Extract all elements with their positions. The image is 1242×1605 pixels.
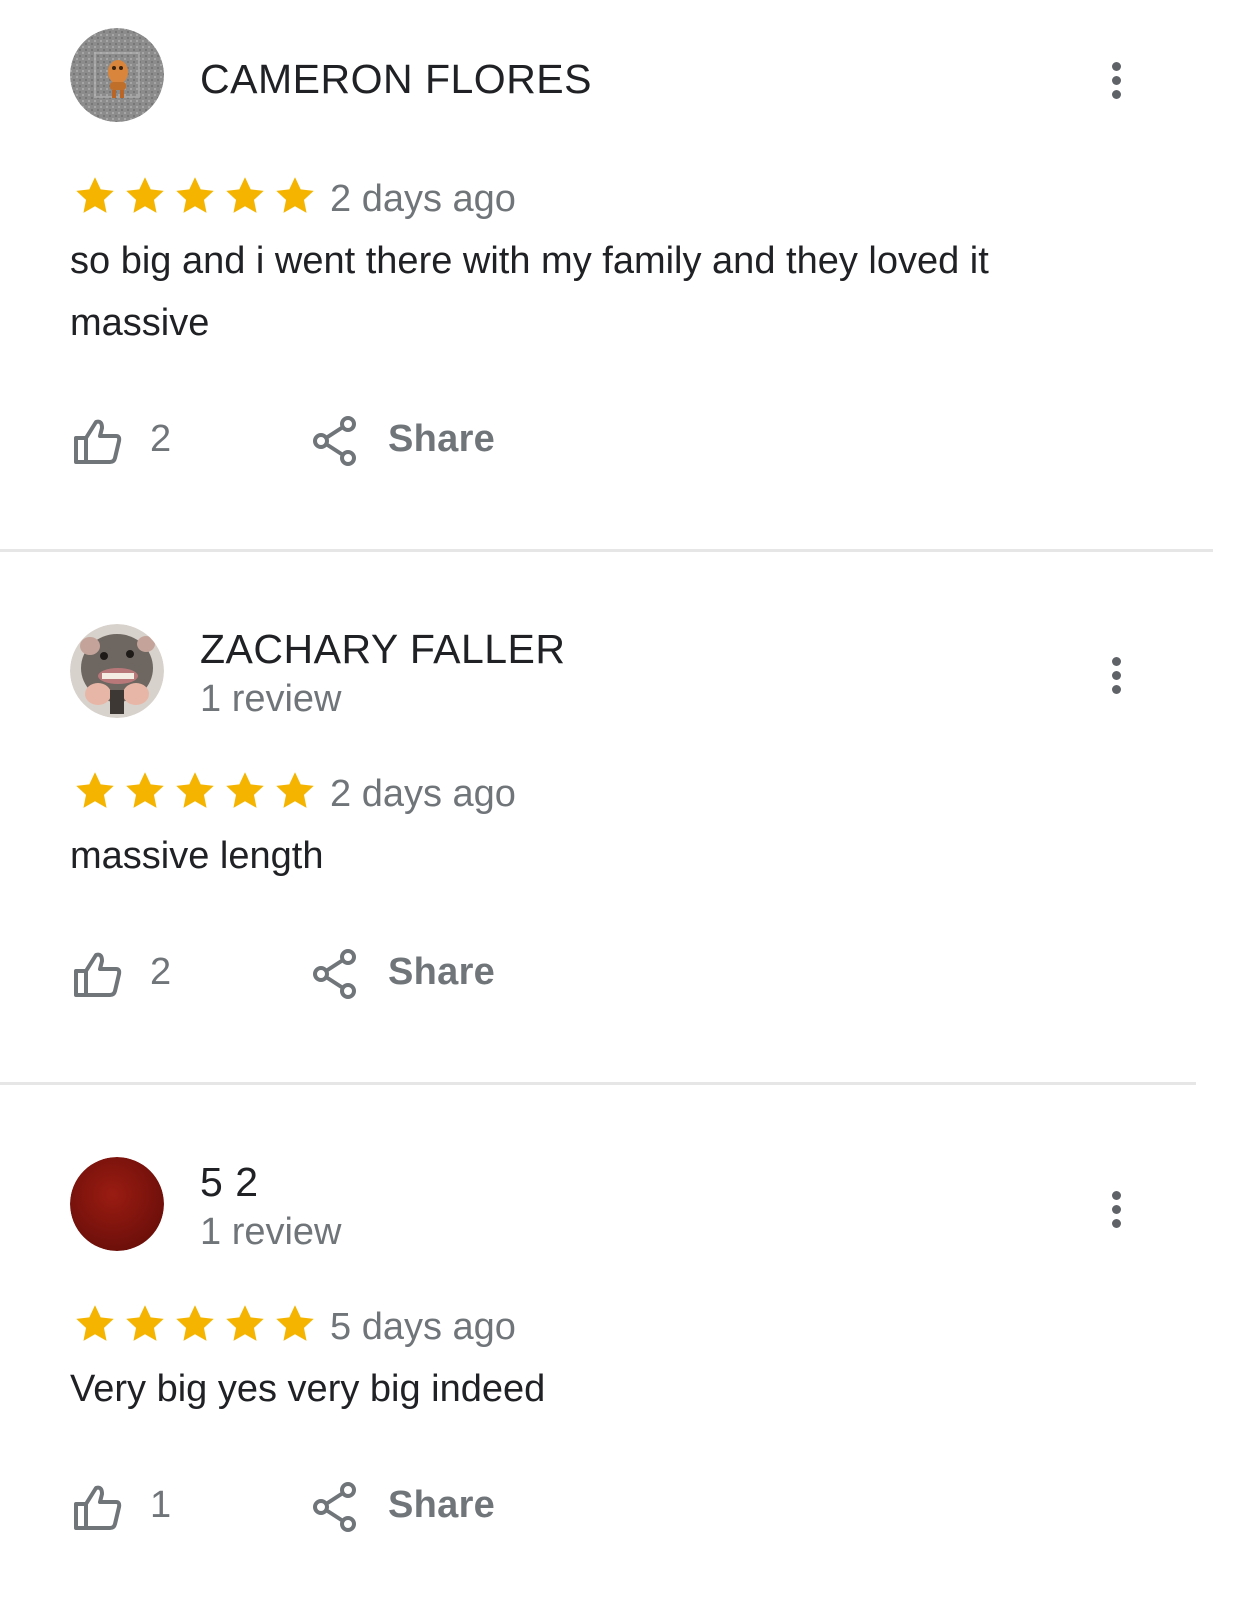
- star-rating: [73, 769, 323, 813]
- more-vert-icon-dot: [1112, 671, 1121, 680]
- share-icon: [313, 1482, 356, 1532]
- like-button[interactable]: 1: [70, 1480, 210, 1536]
- star-icon: [126, 1305, 164, 1341]
- avatar-image: [70, 1157, 164, 1251]
- star-icon: [176, 1305, 214, 1341]
- more-options-button[interactable]: [1100, 58, 1134, 104]
- review-time: 2 days ago: [330, 178, 516, 220]
- star-icon: [76, 177, 114, 213]
- more-vert-icon: [1112, 1191, 1121, 1200]
- more-vert-icon: [1112, 62, 1121, 71]
- more-options-button[interactable]: [1100, 1187, 1134, 1233]
- star-icon: [226, 772, 264, 808]
- reviewer-avatar[interactable]: [70, 28, 164, 122]
- more-vert-icon-dot: [1112, 1219, 1121, 1228]
- more-options-button[interactable]: [1100, 653, 1134, 699]
- like-count: 2: [150, 418, 172, 460]
- reviewer-name[interactable]: CAMERON FLORES: [200, 56, 592, 103]
- share-label: Share: [388, 1484, 496, 1526]
- reviewer-avatar[interactable]: [70, 624, 164, 718]
- like-button[interactable]: 2: [70, 947, 210, 1003]
- share-button[interactable]: Share: [310, 414, 510, 470]
- star-icon: [276, 177, 314, 213]
- share-icon: [313, 416, 356, 466]
- share-label: Share: [388, 418, 496, 460]
- star-icon: [226, 1305, 264, 1341]
- avatar-image: [70, 624, 164, 718]
- reviewer-name[interactable]: ZACHARY FALLER: [200, 626, 566, 673]
- star-icon: [176, 772, 214, 808]
- review-card-3: 5 2 1 review 5 days ago Very big yes ver…: [0, 1085, 1242, 1605]
- like-button[interactable]: 2: [70, 414, 210, 470]
- review-text: Very big yes very big indeed: [70, 1368, 546, 1410]
- review-card-2: ZACHARY FALLER 1 review 2 days ago massi…: [0, 552, 1242, 1082]
- star-icon: [126, 772, 164, 808]
- star-icon: [76, 1305, 114, 1341]
- review-text: so big and i went there with my family a…: [70, 240, 989, 344]
- star-icon: [226, 177, 264, 213]
- star-icon: [76, 772, 114, 808]
- review-text: massive length: [70, 835, 324, 877]
- more-vert-icon-dot: [1112, 685, 1121, 694]
- share-button[interactable]: Share: [310, 947, 510, 1003]
- reviewer-avatar[interactable]: [70, 1157, 164, 1251]
- like-count: 2: [150, 951, 172, 993]
- review-time: 5 days ago: [330, 1306, 516, 1348]
- star-rating: [73, 174, 323, 218]
- thumb-up-icon: [74, 419, 122, 464]
- star-icon: [126, 177, 164, 213]
- star-icon: [176, 177, 214, 213]
- like-count: 1: [150, 1484, 172, 1526]
- reviewer-review-count[interactable]: 1 review: [200, 678, 342, 721]
- thumb-up-icon: [74, 952, 122, 997]
- star-icon: [276, 772, 314, 808]
- more-vert-icon-dot: [1112, 76, 1121, 85]
- review-card-1: CAMERON FLORES 2 days ago so big and i w…: [0, 0, 1242, 550]
- share-label: Share: [388, 951, 496, 993]
- reviewer-name[interactable]: 5 2: [200, 1159, 259, 1206]
- reviewer-review-count[interactable]: 1 review: [200, 1211, 342, 1254]
- star-rating: [73, 1302, 323, 1346]
- review-time: 2 days ago: [330, 773, 516, 815]
- more-vert-icon-dot: [1112, 1205, 1121, 1214]
- thumb-up-icon: [74, 1485, 122, 1530]
- share-button[interactable]: Share: [310, 1480, 510, 1536]
- share-icon: [313, 949, 356, 999]
- star-icon: [276, 1305, 314, 1341]
- avatar-image: [70, 28, 164, 122]
- more-vert-icon-dot: [1112, 90, 1121, 99]
- more-vert-icon: [1112, 657, 1121, 666]
